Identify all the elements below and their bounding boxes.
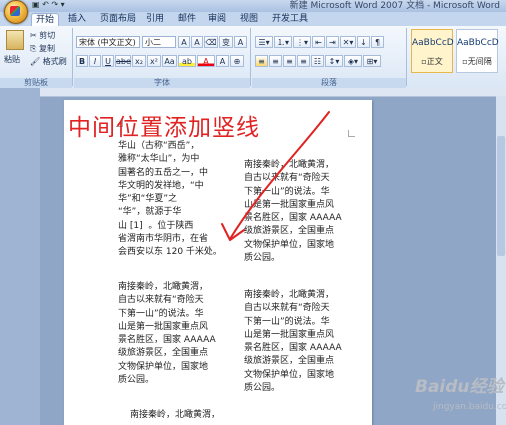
watermark-brand: Baidu经验 [415, 377, 504, 397]
watermark-url: jingyan.baidu.com [433, 402, 506, 412]
office-button[interactable] [4, 0, 28, 24]
baidu-watermark: Baidu经验 jingyan.baidu.com [415, 372, 506, 418]
office-logo-icon [10, 6, 20, 16]
annotation-arrow-icon [221, 111, 330, 241]
